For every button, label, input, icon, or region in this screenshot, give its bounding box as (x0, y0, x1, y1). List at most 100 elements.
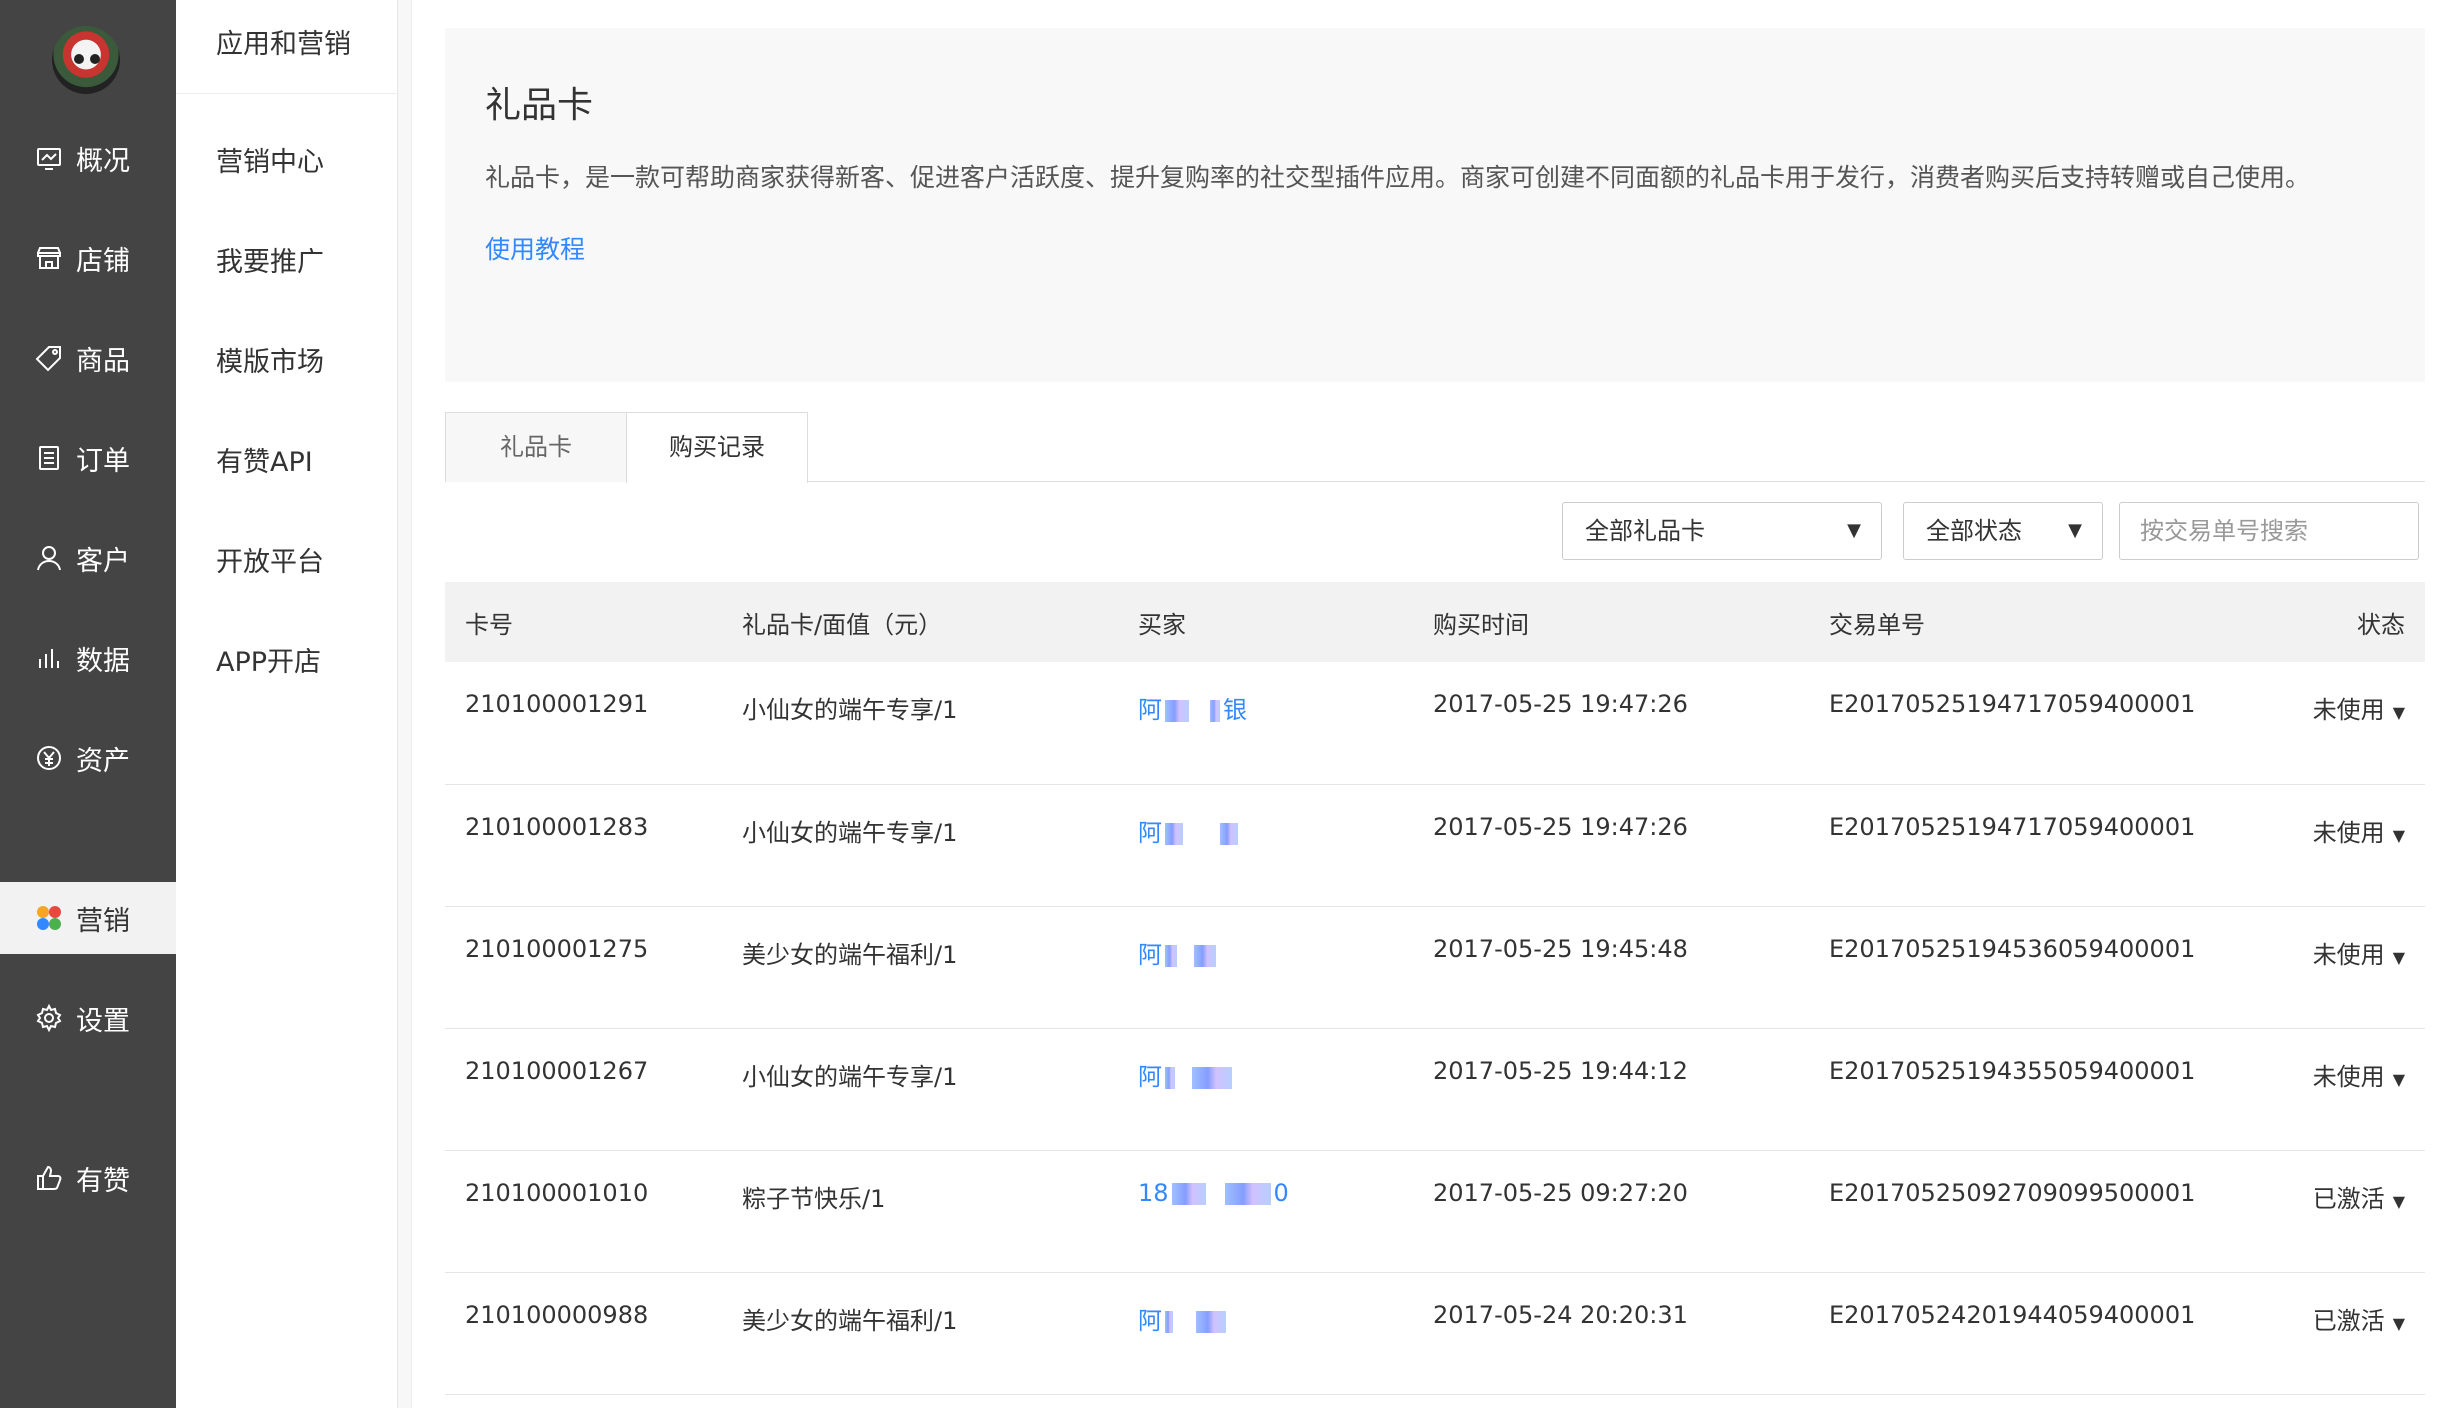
status-dropdown[interactable]: 未使用 ▼ (2239, 906, 2425, 1028)
buyer-link[interactable]: 阿银 (1118, 662, 1413, 784)
nav-item-label: 有赞 (76, 1165, 130, 1197)
col-header-purchase-time: 购买时间 (1433, 610, 1529, 639)
subnav-item-template-market[interactable]: 模版市场 (216, 340, 324, 379)
redacted-blur (1194, 944, 1216, 967)
caret-down-icon: ▼ (2392, 703, 2405, 722)
tab-purchase-records[interactable]: 购买记录 (626, 412, 808, 483)
cell-card-no: 210100001267 (465, 1056, 649, 1085)
page-title: 礼品卡 (485, 85, 594, 126)
status-dropdown[interactable]: 未使用 ▼ (2239, 1028, 2425, 1150)
subnav-item-promote[interactable]: 我要推广 (216, 240, 324, 279)
nav-item-label: 数据 (76, 645, 130, 677)
gear-icon (34, 1003, 64, 1033)
buyer-name-prefix: 阿 (1138, 696, 1162, 724)
subnav-item-marketing-center[interactable]: 营销中心 (216, 140, 324, 179)
table-row: 210100001267 小仙女的端午专享/1 阿 2017-05-25 19:… (445, 1028, 2425, 1150)
cell-card: 美少女的端午福利/1 (742, 940, 958, 969)
subnav-item-youzan-api[interactable]: 有赞API (216, 440, 313, 479)
subnav-item-open-platform[interactable]: 开放平台 (216, 540, 324, 579)
col-header-trade-no: 交易单号 (1829, 610, 1925, 639)
buyer-link[interactable]: 阿 (1118, 906, 1413, 1028)
buyer-name-suffix: 0 (1273, 1178, 1289, 1207)
cell-card: 小仙女的端午专享/1 (742, 818, 958, 847)
order-list-icon (34, 443, 64, 473)
nav-item-overview[interactable]: 概况 (0, 122, 176, 194)
caret-down-icon: ▼ (2392, 947, 2405, 967)
bar-chart-icon (34, 643, 64, 673)
redacted-blur (1196, 1310, 1226, 1333)
nav-item-label: 店铺 (76, 245, 130, 277)
cell-trade-no: E20170525194355059400001 (1829, 1056, 2196, 1085)
subnav-title: 应用和营销 (176, 0, 397, 94)
nav-item-youzan[interactable]: 有赞 (0, 1142, 176, 1214)
nav-item-label: 资产 (76, 745, 130, 777)
status-label: 未使用 (2312, 696, 2385, 724)
intro-description: 礼品卡，是一款可帮助商家获得新客、促进客户活跃度、提升复购率的社交型插件应用。商… (485, 163, 2311, 192)
buyer-name-prefix: 阿 (1138, 1306, 1162, 1335)
buyer-name-suffix: 银 (1223, 696, 1247, 724)
col-header-card-no: 卡号 (465, 610, 513, 639)
col-header-buyer: 买家 (1138, 610, 1186, 639)
status-dropdown[interactable]: 未使用 ▼ (2239, 662, 2425, 784)
nav-item-data[interactable]: 数据 (0, 622, 176, 694)
col-header-card-value: 礼品卡/面值（元） (742, 610, 943, 639)
status-label: 已激活 (2312, 1184, 2385, 1213)
caret-down-icon: ▼ (2068, 520, 2082, 541)
avatar-eye-left (74, 54, 84, 64)
cell-card: 小仙女的端午专享/1 (742, 1062, 958, 1091)
subnav-item-app-store[interactable]: APP开店 (216, 640, 321, 679)
avatar[interactable] (52, 26, 120, 94)
buyer-name-prefix: 阿 (1138, 818, 1162, 847)
card-type-select[interactable]: 全部礼品卡 ▼ (1562, 502, 1882, 560)
store-icon (34, 243, 64, 273)
col-header-status: 状态 (2357, 610, 2405, 639)
status-dropdown[interactable]: 未使用 ▼ (2239, 784, 2425, 906)
nav-item-customers[interactable]: 客户 (0, 522, 176, 594)
caret-down-icon: ▼ (1847, 520, 1861, 541)
buyer-link[interactable]: 阿 (1118, 1272, 1413, 1394)
status-dropdown[interactable]: 已激活 ▼ (2239, 1150, 2425, 1272)
nav-item-label: 概况 (76, 145, 130, 177)
cell-card-no: 210100001291 (465, 690, 649, 718)
redacted-blur (1165, 822, 1183, 845)
cell-trade-no: E20170525194717059400001 (1829, 812, 2196, 841)
nav-item-settings[interactable]: 设置 (0, 982, 176, 1054)
nav-item-orders[interactable]: 订单 (0, 422, 176, 494)
nav-item-label: 商品 (76, 345, 130, 377)
user-icon (34, 543, 64, 573)
nav-item-label: 订单 (76, 445, 130, 477)
nav-item-goods[interactable]: 商品 (0, 322, 176, 394)
nav-item-label: 设置 (76, 1005, 130, 1037)
status-label: 未使用 (2312, 1062, 2385, 1091)
cell-trade-no: E20170525194536059400001 (1829, 934, 2196, 963)
cell-card: 小仙女的端午专享/1 (742, 696, 958, 724)
table-header-row: 卡号 礼品卡/面值（元） 买家 购买时间 交易单号 状态 (445, 582, 2425, 662)
primary-sidebar: 概况 店铺 商品 订单 客户 数据 资产 营销 设置 有赞 (0, 0, 176, 1408)
tag-icon (34, 343, 64, 373)
nav-item-assets[interactable]: 资产 (0, 722, 176, 794)
status-label: 未使用 (2312, 940, 2385, 969)
dashboard-icon (34, 143, 64, 173)
redacted-blur (1210, 700, 1220, 722)
trade-no-search-input[interactable] (2119, 502, 2419, 560)
status-select[interactable]: 全部状态 ▼ (1903, 502, 2103, 560)
cell-purchase-time: 2017-05-25 09:27:20 (1433, 1178, 1688, 1207)
cell-card: 美少女的端午福利/1 (742, 1306, 958, 1335)
cell-card-no: 210100001275 (465, 934, 649, 963)
card-type-select-value: 全部礼品卡 (1585, 517, 1705, 545)
redacted-blur (1192, 1066, 1232, 1089)
tutorial-link[interactable]: 使用教程 (485, 230, 585, 266)
cell-card-no: 210100001010 (465, 1178, 649, 1207)
buyer-link[interactable]: 阿 (1118, 1028, 1413, 1150)
nav-item-store[interactable]: 店铺 (0, 222, 176, 294)
tab-gift-card[interactable]: 礼品卡 (445, 412, 627, 482)
buyer-link[interactable]: 18 0 (1118, 1150, 1413, 1272)
table-row: 210100000988 美少女的端午福利/1 阿 2017-05-24 20:… (445, 1272, 2425, 1394)
status-dropdown[interactable]: 已激活 ▼ (2239, 1272, 2425, 1394)
nav-item-label: 客户 (76, 545, 130, 577)
nav-item-marketing[interactable]: 营销 (0, 882, 176, 954)
buyer-link[interactable]: 阿 (1118, 784, 1413, 906)
caret-down-icon: ▼ (2392, 825, 2405, 845)
cell-card-no: 210100001283 (465, 812, 649, 841)
nav-item-label: 营销 (76, 905, 130, 937)
